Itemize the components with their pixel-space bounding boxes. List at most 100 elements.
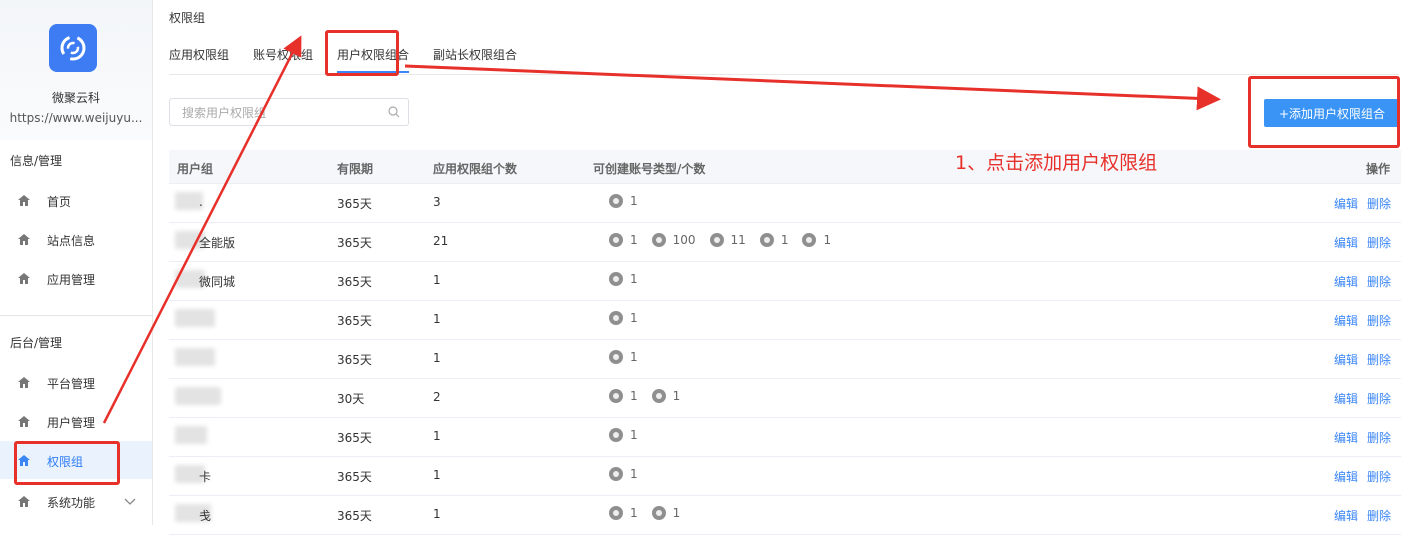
user-group-name: 微同城 (199, 275, 236, 289)
delete-button[interactable]: 删除 (1367, 390, 1391, 407)
sidebar-item-app-manage[interactable]: 应用管理 (0, 259, 152, 297)
edit-button[interactable]: 编辑 (1334, 390, 1358, 407)
account-type-count: 1 (630, 194, 638, 208)
account-type-count: 1 (630, 272, 638, 286)
sidebar-item-label: 平台管理 (47, 377, 96, 391)
account-type-badges: 1 (609, 428, 652, 442)
miniprogram-icon (651, 506, 666, 520)
account-type-badge: 1 (609, 233, 638, 247)
sidebar-item-site-info[interactable]: 站点信息 (0, 220, 152, 258)
user-group-name: 卡 (199, 470, 212, 484)
account-type-badge: 1 (802, 233, 831, 247)
account-type-badge: 1 (609, 272, 638, 286)
tab-user-permission-combo[interactable]: 用户权限组合 (337, 46, 409, 63)
tab-bar: 应用权限组 账号权限组 用户权限组合 副站长权限组合 (169, 46, 1399, 75)
miniprogram-icon (609, 350, 623, 364)
delete-button[interactable]: 删除 (1367, 234, 1391, 251)
home-icon (18, 455, 30, 466)
account-type-badge: 1 (609, 194, 638, 208)
delete-button[interactable]: 删除 (1367, 507, 1391, 524)
delete-button[interactable]: 删除 (1367, 429, 1391, 446)
delete-button[interactable]: 删除 (1367, 273, 1391, 290)
main-content: 权限组 应用权限组 账号权限组 用户权限组合 副站长权限组合 +添加用户权限组合… (153, 0, 1404, 535)
column-header: 用户组 (177, 162, 214, 176)
miniprogram-icon (609, 311, 623, 325)
search-icon[interactable] (388, 106, 400, 118)
delete-button[interactable]: 删除 (1367, 468, 1391, 485)
sidebar-item-label: 应用管理 (47, 273, 96, 287)
delete-button[interactable]: 删除 (1367, 351, 1391, 368)
account-type-count: 1 (630, 506, 638, 520)
account-type-badge: 1 (609, 350, 638, 364)
brand-name: 微聚云科 (51, 91, 100, 105)
validity-period: 365天 (337, 236, 372, 250)
edit-button[interactable]: 编辑 (1334, 507, 1358, 524)
validity-period: 365天 (337, 275, 372, 289)
app-permission-count: 1 (433, 468, 441, 482)
tab-app-permission[interactable]: 应用权限组 (169, 46, 229, 63)
table-row: . 365天 3 1 编辑 删除 (169, 183, 1401, 223)
table-row: 365天 1 1 编辑 删除 (169, 300, 1401, 340)
sidebar-item-system[interactable]: 系统功能 (0, 482, 152, 520)
account-type-count: 1 (630, 389, 638, 403)
wechat-icon (609, 506, 623, 520)
account-type-count: 1 (630, 428, 638, 442)
user-group-name: 全能版 (199, 236, 236, 250)
edit-button[interactable]: 编辑 (1334, 234, 1358, 251)
search-input[interactable] (170, 99, 384, 127)
tab-substation-permission-combo[interactable]: 副站长权限组合 (433, 46, 517, 63)
sidebar-item-permission-group[interactable]: 权限组 (0, 441, 152, 479)
column-header: 有限期 (337, 162, 374, 176)
edit-button[interactable]: 编辑 (1334, 468, 1358, 485)
annotation-text: 1、点击添加用户权限组 (955, 152, 1158, 174)
sidebar-divider (0, 315, 152, 316)
edit-button[interactable]: 编辑 (1334, 429, 1358, 446)
section-title-backend: 后台/管理 (10, 336, 63, 350)
column-header: 可创建账号类型/个数 (593, 162, 706, 176)
sidebar-item-home[interactable]: 首页 (0, 181, 152, 219)
delete-button[interactable]: 删除 (1367, 195, 1391, 212)
account-type-count: 1 (672, 389, 681, 403)
account-type-badge: 1 (759, 233, 789, 247)
sidebar-item-label: 站点信息 (47, 234, 96, 248)
account-type-badge: 100 (651, 233, 696, 247)
page-title: 权限组 (169, 11, 206, 25)
account-type-badge: 1 (609, 467, 638, 481)
add-user-permission-combo-button[interactable]: +添加用户权限组合 (1264, 99, 1400, 127)
account-type-count: 1 (780, 233, 789, 247)
validity-period: 365天 (337, 431, 372, 445)
column-header: 应用权限组个数 (433, 162, 518, 176)
wechat-icon (609, 389, 623, 403)
account-type-badges: 11 (609, 389, 694, 403)
edit-button[interactable]: 编辑 (1334, 195, 1358, 212)
brand-area: 微聚云科 https://www.weijuyu... (0, 0, 152, 140)
account-type-count: 1 (630, 350, 638, 364)
sidebar-item-platform[interactable]: 平台管理 (0, 363, 152, 401)
redacted-name (175, 309, 215, 327)
table-row: 微同城 365天 1 1 编辑 删除 (169, 261, 1401, 301)
sidebar-item-users[interactable]: 用户管理 (0, 402, 152, 440)
user-group-name: . (199, 195, 203, 209)
edit-button[interactable]: 编辑 (1334, 312, 1358, 329)
home-icon (18, 195, 30, 206)
tab-account-permission[interactable]: 账号权限组 (253, 46, 313, 63)
account-type-badges: 1 (609, 467, 652, 481)
account-type-badges: 1 (609, 350, 652, 364)
miniprogram-icon (609, 194, 623, 208)
miniprogram-icon (651, 233, 666, 247)
delete-button[interactable]: 删除 (1367, 312, 1391, 329)
brand-url: https://www.weijuyu... (9, 111, 143, 125)
account-type-badge: 11 (709, 233, 746, 247)
account-type-count: 11 (730, 233, 746, 247)
sidebar-item-label: 权限组 (47, 455, 84, 469)
sidebar-item-label: 首页 (47, 195, 72, 209)
account-type-badges: 1 (609, 272, 652, 286)
edit-button[interactable]: 编辑 (1334, 351, 1358, 368)
table-row: 卡 365天 1 1 编辑 删除 (169, 456, 1401, 496)
active-tab-indicator (337, 71, 409, 73)
account-type-badges: 1 100 11 1 1 (609, 233, 845, 247)
wechat-icon (609, 428, 623, 442)
chevron-down-icon[interactable] (124, 496, 136, 506)
edit-button[interactable]: 编辑 (1334, 273, 1358, 290)
account-type-count: 1 (672, 506, 681, 520)
